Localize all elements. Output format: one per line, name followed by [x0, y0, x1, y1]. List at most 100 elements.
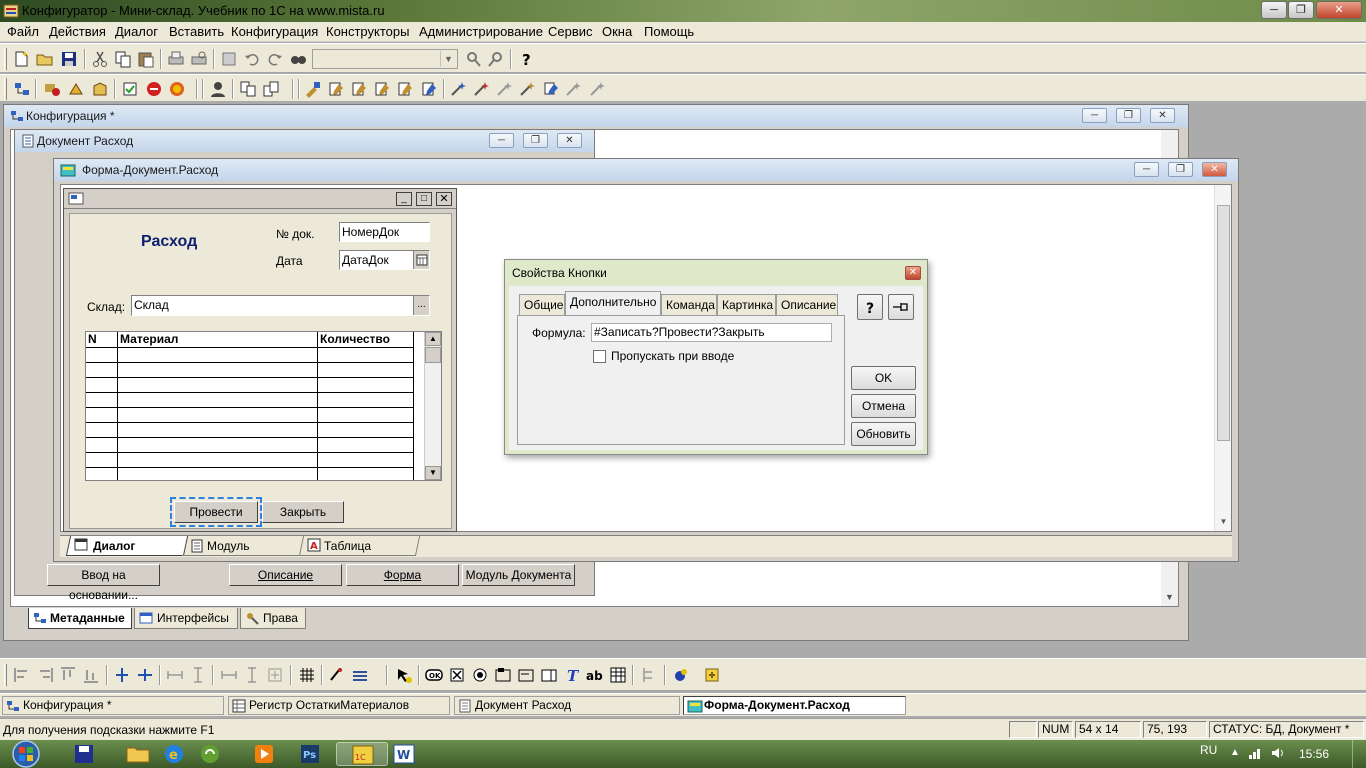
menu-dialog[interactable]: Диалог [115, 24, 158, 39]
menu-builders[interactable]: Конструкторы [326, 24, 409, 39]
help-icon[interactable]: ? [517, 50, 535, 68]
menu-service[interactable]: Сервис [548, 24, 593, 39]
table-cell[interactable] [118, 378, 318, 393]
menu-insert[interactable]: Вставить [169, 24, 224, 39]
chevron-down-icon[interactable]: ▼ [440, 51, 456, 67]
restore-button[interactable]: ❐ [1288, 1, 1314, 19]
debugger-icon[interactable] [43, 80, 61, 98]
no-entry-icon[interactable] [168, 80, 186, 98]
search-prev-icon[interactable] [487, 50, 505, 68]
tray-arrow-icon[interactable]: ▲ [1230, 747, 1240, 758]
close-button[interactable]: ✕ [557, 133, 582, 148]
new-icon[interactable] [12, 50, 30, 68]
scroll-thumb[interactable] [425, 347, 441, 363]
volume-icon[interactable] [1270, 746, 1286, 760]
table-cell[interactable] [318, 453, 414, 468]
align-top-icon[interactable] [59, 666, 77, 684]
scroll-thumb[interactable] [1217, 205, 1230, 441]
run-icon[interactable] [67, 80, 85, 98]
align-right-icon[interactable] [36, 666, 54, 684]
space-v-icon[interactable] [243, 666, 261, 684]
wizard-5-icon[interactable] [542, 80, 560, 98]
date-field[interactable]: ДатаДок [339, 250, 430, 270]
copy-icon[interactable] [114, 50, 132, 68]
merge-icon[interactable] [262, 80, 280, 98]
ole-control-icon[interactable] [672, 666, 690, 684]
tab-module[interactable]: Модуль [207, 539, 250, 553]
language-indicator[interactable]: RU [1200, 743, 1217, 757]
table-cell[interactable] [118, 348, 318, 363]
wizard-3-icon[interactable] [496, 80, 514, 98]
wizard-1-icon[interactable] [450, 80, 468, 98]
toolbar-grip[interactable] [4, 78, 7, 100]
print-icon[interactable] [167, 50, 185, 68]
constructor-input-icon[interactable] [396, 80, 414, 98]
wizard-6-icon[interactable] [565, 80, 583, 98]
user-icon[interactable] [209, 80, 227, 98]
pin-icon[interactable] [888, 294, 914, 320]
checkbox-control-icon[interactable] [448, 666, 466, 684]
table-cell[interactable] [86, 408, 118, 423]
scroll-down-icon[interactable]: ▼ [425, 466, 441, 480]
constructor-query-icon[interactable] [350, 80, 368, 98]
table-cell[interactable] [118, 408, 318, 423]
minimize-button[interactable]: _ [396, 192, 412, 206]
close-icon[interactable]: ✕ [905, 266, 921, 280]
config-window-titlebar[interactable]: Конфигурация * ─ ❐ ✕ [4, 105, 1188, 127]
table-cell[interactable] [86, 378, 118, 393]
tab-metadata[interactable]: Метаданные [28, 608, 132, 629]
based-on-button[interactable]: Ввод на основании... [47, 564, 160, 602]
tab-command[interactable]: Команда [661, 294, 717, 315]
formula-input[interactable]: #Записать?Провести?Закрыть [591, 323, 832, 342]
menu-windows[interactable]: Окна [602, 24, 632, 39]
tab-table[interactable]: Таблица [324, 539, 371, 553]
constructor-move-icon[interactable] [420, 80, 438, 98]
open-icon[interactable] [36, 50, 54, 68]
minimize-button[interactable]: ─ [1134, 162, 1159, 177]
table-cell[interactable] [118, 438, 318, 453]
table-cell[interactable] [318, 408, 414, 423]
menu-file[interactable]: Файл [7, 24, 39, 39]
close-button[interactable]: ✕ [1316, 1, 1362, 19]
tab-description[interactable]: Описание [776, 294, 838, 315]
clock[interactable]: 15:56 [1299, 747, 1329, 761]
help-icon[interactable]: ? [857, 294, 883, 320]
wizard-2-icon[interactable] [473, 80, 491, 98]
minimize-button[interactable]: ─ [489, 133, 514, 148]
restore-button[interactable]: ❐ [1168, 162, 1193, 177]
tab-order-icon[interactable] [328, 666, 346, 684]
center-h-icon[interactable] [113, 666, 131, 684]
find-icon[interactable] [289, 50, 307, 68]
search-next-icon[interactable] [464, 50, 482, 68]
syntax-check-icon[interactable] [121, 80, 139, 98]
toolbar-grip[interactable] [4, 48, 7, 70]
restore-button[interactable]: ❐ [1116, 108, 1141, 123]
table-cell[interactable] [86, 453, 118, 468]
table-cell[interactable] [86, 393, 118, 408]
menu-actions[interactable]: Действия [49, 24, 106, 39]
designed-form[interactable]: _ □ ✕ Расход № док. НомерДок Дата ДатаДо… [63, 188, 457, 532]
menu-config[interactable]: Конфигурация [231, 24, 318, 39]
close-button[interactable]: ✕ [1202, 162, 1227, 177]
menu-admin[interactable]: Администрирование [419, 24, 543, 39]
align-bottom-icon[interactable] [82, 666, 100, 684]
tab-interfaces[interactable]: Интерфейсы [134, 608, 238, 629]
designed-form-titlebar[interactable]: _ □ ✕ [64, 189, 456, 209]
print-preview-icon[interactable] [190, 50, 208, 68]
text-control-icon[interactable]: T [563, 666, 581, 684]
tab-additional[interactable]: Дополнительно [565, 291, 661, 316]
size-both-icon[interactable] [266, 666, 284, 684]
tree-control-icon[interactable] [640, 666, 658, 684]
scroll-up-icon[interactable]: ▲ [425, 332, 441, 346]
taskbar-photoshop-icon[interactable]: Ps [284, 742, 336, 766]
table-cell[interactable] [118, 393, 318, 408]
config-tree-icon[interactable] [13, 80, 31, 98]
window-tab-register[interactable]: Регистр ОстаткиМатериалов [228, 696, 450, 715]
label-control-icon[interactable] [517, 666, 535, 684]
insert-object-icon[interactable] [703, 666, 721, 684]
post-button[interactable]: Провести [174, 501, 258, 523]
pointer-icon[interactable] [395, 666, 413, 684]
minimize-button[interactable]: ─ [1082, 108, 1107, 123]
col-header-quantity[interactable]: Количество [318, 332, 414, 348]
close-form-button[interactable]: Закрыть [262, 501, 344, 523]
